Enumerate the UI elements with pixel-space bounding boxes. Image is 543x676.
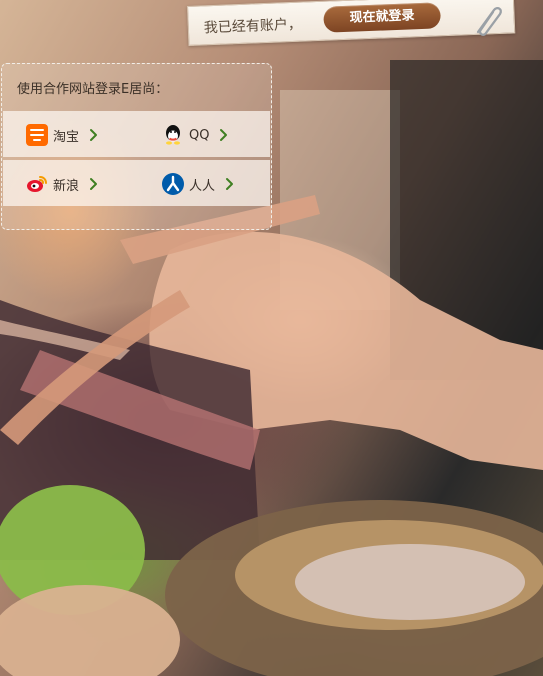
chevron-right-icon [89,177,99,191]
weibo-icon [25,172,49,196]
taobao-icon [25,123,49,147]
renren-icon [161,172,185,196]
login-page: 我已经有账户， 现在就登录 使用合作网站登录E居尚： 淘宝 QQ 新浪 人人 [0,0,543,676]
partner-login-panel: 使用合作网站登录E居尚： 淘宝 QQ 新浪 人人 [1,63,272,230]
weibo-login[interactable]: 新浪 [25,172,99,196]
existing-account-text: 我已经有账户， [203,16,303,37]
chevron-right-icon [219,128,229,142]
qq-login[interactable]: QQ [161,123,229,147]
qq-icon [161,123,185,147]
paperclip-icon [470,0,505,38]
qq-label: QQ [189,127,210,143]
taobao-login[interactable]: 淘宝 [25,123,99,147]
weibo-label: 新浪 [53,178,80,194]
taobao-label: 淘宝 [53,129,80,145]
login-now-button[interactable]: 现在就登录 [323,2,442,33]
provider-row-2: 新浪 人人 [3,160,270,206]
renren-label: 人人 [189,178,216,194]
register-banner: 我已经有账户， 现在就登录 [187,0,516,46]
provider-row-1: 淘宝 QQ [3,111,270,157]
renren-login[interactable]: 人人 [161,172,235,196]
chevron-right-icon [225,177,235,191]
panel-title: 使用合作网站登录E居尚： [17,82,169,97]
chevron-right-icon [89,128,99,142]
